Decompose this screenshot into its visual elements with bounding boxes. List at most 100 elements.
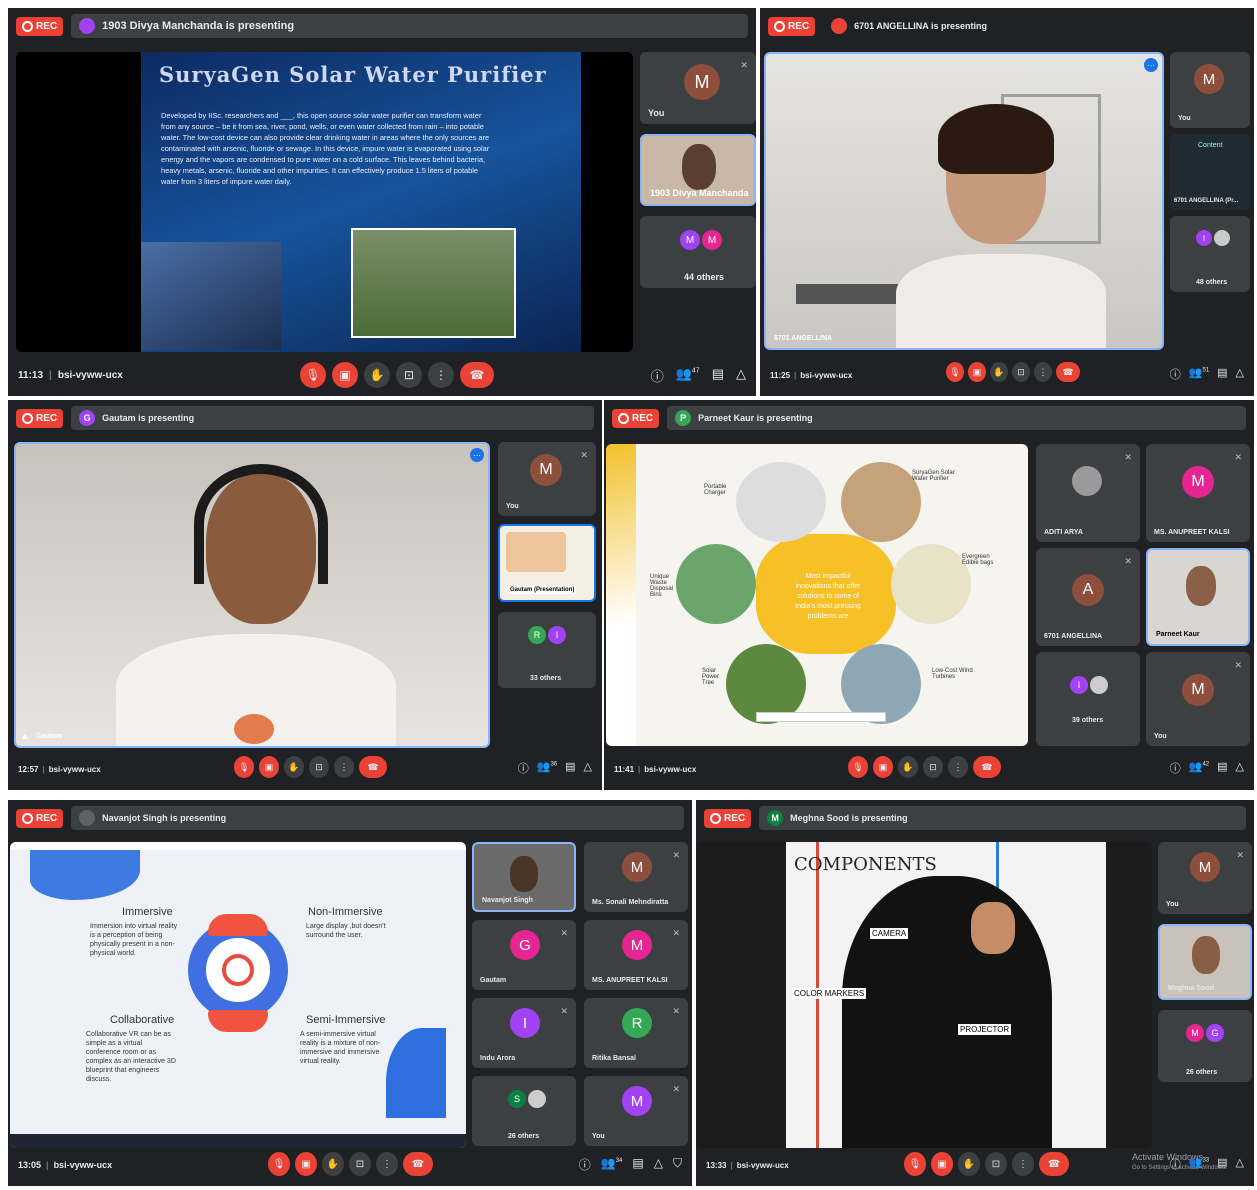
activities-icon[interactable]: △ — [1236, 760, 1244, 776]
present-icon[interactable]: ⊡ — [396, 362, 422, 388]
presenting-banner[interactable]: Navanjot Singh is presenting — [71, 806, 684, 830]
present-icon[interactable]: ⊡ — [1012, 362, 1030, 382]
more-options-icon[interactable]: ⋮ — [428, 362, 454, 388]
camera-off-icon[interactable]: ▣ — [259, 756, 279, 778]
participant-tile-sonali[interactable]: M ✕ Ms. Sonali Mehndiratta — [584, 842, 688, 912]
more-options-icon[interactable]: ⋮ — [1012, 1152, 1034, 1176]
mic-off-icon[interactable]: 🎙 — [904, 1152, 926, 1176]
raise-hand-icon[interactable]: ✋ — [364, 362, 390, 388]
participant-tile-you[interactable]: M ✕ You — [1158, 842, 1252, 914]
present-icon[interactable]: ⊡ — [923, 756, 943, 778]
more-options-icon[interactable]: ⋮ — [948, 756, 968, 778]
hang-up-icon[interactable]: ☎ — [403, 1152, 433, 1176]
options-icon[interactable]: ⋯ — [1144, 58, 1158, 72]
participant-tile-angellina[interactable]: A ✕ 6701 ANGELLINA — [1036, 548, 1140, 646]
more-options-icon[interactable]: ⋮ — [334, 756, 354, 778]
participant-tile-others[interactable]: R I 33 others — [498, 612, 596, 688]
participant-tile-others[interactable]: M M 44 others — [640, 216, 756, 288]
main-video[interactable]: ▲ Gautam ⋯ — [14, 442, 490, 748]
participant-tile-others[interactable]: S 26 others — [472, 1076, 576, 1146]
camera-off-icon[interactable]: ▣ — [332, 362, 358, 388]
info-icon[interactable]: ⓘ — [1170, 1156, 1181, 1172]
people-icon[interactable]: 👥34 — [601, 1156, 623, 1173]
info-icon[interactable]: ⓘ — [518, 760, 529, 776]
participant-tile-parneet[interactable]: Parneet Kaur — [1146, 548, 1250, 646]
people-icon[interactable]: 👥51 — [1189, 366, 1209, 382]
participant-tile-anupreet[interactable]: M ✕ MS. ANUPREET KALSI — [1146, 444, 1250, 542]
participant-tile-divya[interactable]: 1903 Divya Manchanda — [640, 134, 756, 206]
call-controls: 🎙 ▣ ✋ ⊡ ⋮ ☎ — [300, 362, 494, 388]
mic-off-icon[interactable]: 🎙 — [268, 1152, 290, 1176]
mic-off-icon[interactable]: 🎙 — [234, 756, 254, 778]
info-icon[interactable]: ⓘ — [651, 366, 664, 385]
more-options-icon[interactable]: ⋮ — [1034, 362, 1052, 382]
info-icon[interactable]: ⓘ — [1170, 760, 1181, 776]
chat-icon[interactable]: ▤ — [1217, 760, 1227, 776]
raise-hand-icon[interactable]: ✋ — [898, 756, 918, 778]
chat-icon[interactable]: ▤ — [632, 1156, 643, 1173]
present-icon[interactable]: ⊡ — [349, 1152, 371, 1176]
participant-tile-gautam[interactable]: G ✕ Gautam — [472, 920, 576, 990]
raise-hand-icon[interactable]: ✋ — [322, 1152, 344, 1176]
participant-tile-you[interactable]: M You — [1170, 52, 1250, 128]
camera-off-icon[interactable]: ▣ — [968, 362, 986, 382]
mic-off-icon[interactable]: 🎙 — [300, 362, 326, 388]
host-controls-icon[interactable]: ⛉ — [673, 1156, 682, 1173]
camera-off-icon[interactable]: ▣ — [931, 1152, 953, 1176]
hang-up-icon[interactable]: ☎ — [460, 362, 494, 388]
present-icon[interactable]: ⊡ — [985, 1152, 1007, 1176]
participant-name: ADITI ARYA — [1044, 529, 1083, 536]
chat-icon[interactable]: ▤ — [712, 366, 724, 385]
avatar: R — [622, 1008, 652, 1038]
info-icon[interactable]: ⓘ — [1170, 366, 1181, 382]
people-icon[interactable]: 👥47 — [676, 366, 700, 385]
participant-tile-you[interactable]: M ✕ You — [640, 52, 756, 124]
camera-off-icon[interactable]: ▣ — [873, 756, 893, 778]
people-icon[interactable]: 👥42 — [1189, 760, 1209, 776]
presenting-banner[interactable]: 6701 ANGELLINA is presenting — [823, 14, 1246, 38]
participant-tile-aditi[interactable]: ✕ ADITI ARYA — [1036, 444, 1140, 542]
main-video[interactable]: ⋯ 6701 ANGELLINA — [764, 52, 1164, 350]
activities-icon[interactable]: △ — [654, 1156, 663, 1173]
info-icon[interactable]: ⓘ — [579, 1156, 591, 1173]
activities-icon[interactable]: △ — [1236, 366, 1244, 382]
participant-tile-you[interactable]: M ✕ You — [1146, 652, 1250, 746]
hang-up-icon[interactable]: ☎ — [973, 756, 1001, 778]
raise-hand-icon[interactable]: ✋ — [284, 756, 304, 778]
participant-tile-navanjot[interactable]: Navanjot Singh — [472, 842, 576, 912]
side-actions: ⓘ 👥36 ▤ △ — [518, 760, 592, 776]
presenting-banner[interactable]: M Meghna Sood is presenting — [759, 806, 1246, 830]
participant-tile-ritika[interactable]: R ✕ Ritika Bansal — [584, 998, 688, 1068]
raise-hand-icon[interactable]: ✋ — [990, 362, 1008, 382]
activities-icon[interactable]: △ — [736, 366, 746, 385]
participant-tile-you[interactable]: M ✕ You — [584, 1076, 688, 1146]
activities-icon[interactable]: △ — [1236, 1156, 1244, 1172]
chat-icon[interactable]: ▤ — [1217, 366, 1227, 382]
participant-tile-anupreet[interactable]: M ✕ MS. ANUPREET KALSI — [584, 920, 688, 990]
raise-hand-icon[interactable]: ✋ — [958, 1152, 980, 1176]
participant-tile-others[interactable]: I 48 others — [1170, 216, 1250, 292]
camera-off-icon[interactable]: ▣ — [295, 1152, 317, 1176]
people-icon[interactable]: 👥36 — [537, 760, 557, 776]
participant-tile-you[interactable]: M ✕ You — [498, 442, 596, 516]
participant-tile-meghna[interactable]: Meghna Sood — [1158, 924, 1252, 1000]
more-options-icon[interactable]: ⋮ — [376, 1152, 398, 1176]
participant-tile-others[interactable]: I 39 others — [1036, 652, 1140, 746]
people-icon[interactable]: 👥33 — [1189, 1156, 1209, 1172]
chat-icon[interactable]: ▤ — [1217, 1156, 1227, 1172]
present-icon[interactable]: ⊡ — [309, 756, 329, 778]
hang-up-icon[interactable]: ☎ — [1056, 362, 1080, 382]
presentation-tile[interactable]: Gautam (Presentation) — [498, 524, 596, 602]
content-tile[interactable]: Content 6701 ANGELLINA (Pr... — [1170, 134, 1250, 210]
mic-off-icon[interactable]: 🎙 — [848, 756, 868, 778]
chat-icon[interactable]: ▤ — [565, 760, 575, 776]
activities-icon[interactable]: △ — [584, 760, 592, 776]
presenting-banner[interactable]: G Gautam is presenting — [71, 406, 594, 430]
hang-up-icon[interactable]: ☎ — [1039, 1152, 1069, 1176]
mic-off-icon[interactable]: 🎙 — [946, 362, 964, 382]
presenting-banner[interactable]: 1903 Divya Manchanda is presenting — [71, 14, 748, 38]
hang-up-icon[interactable]: ☎ — [359, 756, 387, 778]
participant-tile-indu[interactable]: I ✕ Indu Arora — [472, 998, 576, 1068]
participant-tile-others[interactable]: M G 26 others — [1158, 1010, 1252, 1082]
presenting-banner[interactable]: P Parneet Kaur is presenting — [667, 406, 1246, 430]
